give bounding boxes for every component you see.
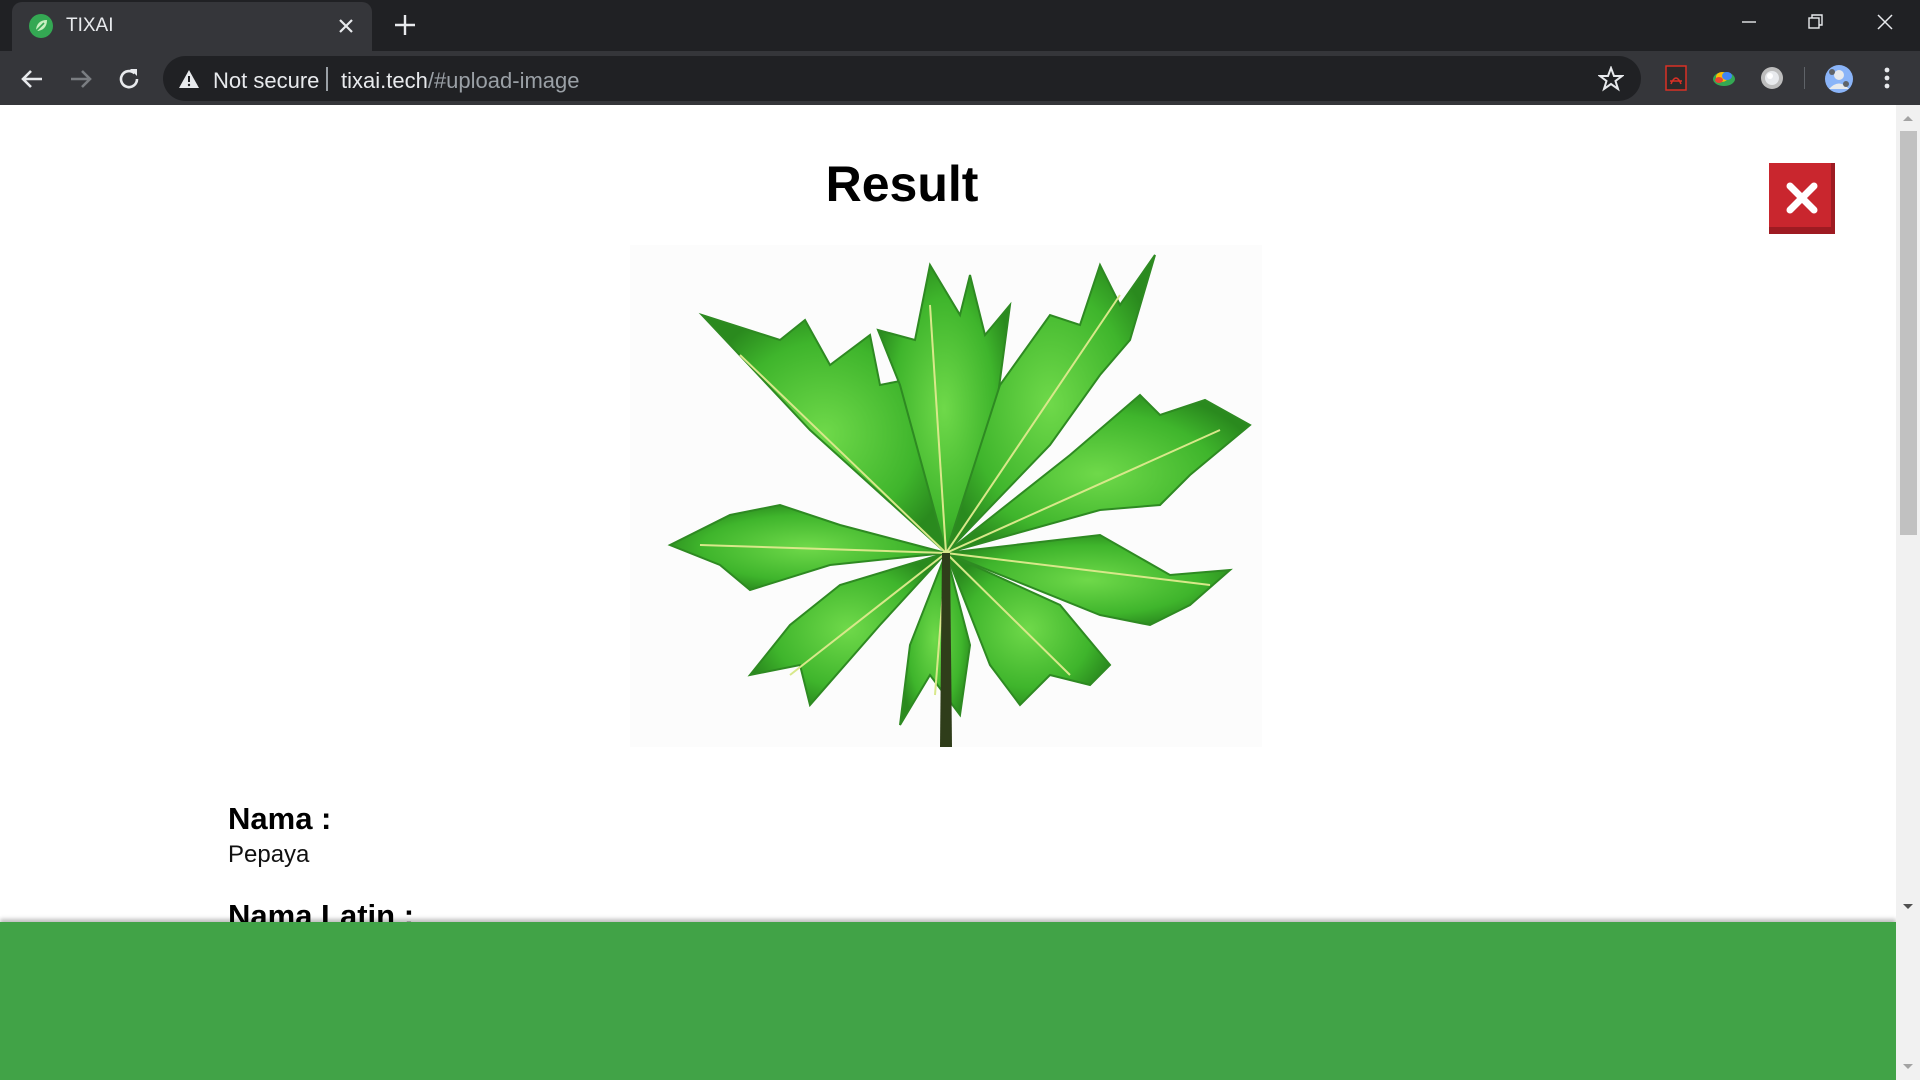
- page-scrollbar[interactable]: [1896, 105, 1920, 1080]
- back-arrow-icon[interactable]: [18, 65, 46, 93]
- name-label: Nama :: [228, 801, 332, 836]
- circle-extension-icon[interactable]: [1758, 64, 1786, 92]
- uploaded-leaf-image: [630, 245, 1262, 747]
- omnibox-divider: [326, 67, 328, 91]
- scrollbar-thumb[interactable]: [1900, 131, 1917, 535]
- profile-avatar-icon[interactable]: [1824, 64, 1853, 93]
- toolbar-divider: [1804, 67, 1805, 89]
- green-footer-panel: [0, 922, 1896, 1080]
- leaf-favicon-icon: [29, 14, 53, 38]
- browser-tab[interactable]: TIXAI: [12, 2, 372, 51]
- color-extension-icon[interactable]: [1710, 64, 1738, 92]
- url-host: tixai.tech: [341, 68, 428, 93]
- scroll-down-arrow-icon[interactable]: [1901, 902, 1915, 912]
- page-viewport: Result Nama: Pepaya Nama Latin:: [0, 105, 1896, 1080]
- window-close-icon[interactable]: [1850, 0, 1920, 44]
- scroll-down-arrow-icon[interactable]: [1901, 1062, 1915, 1072]
- browser-toolbar: Not secure tixai.tech/#upload-image: [0, 51, 1920, 105]
- scroll-up-arrow-icon[interactable]: [1901, 113, 1915, 123]
- restore-icon[interactable]: [1781, 0, 1851, 44]
- close-result-button[interactable]: [1769, 163, 1835, 234]
- security-status[interactable]: Not secure: [213, 68, 319, 94]
- new-tab-plus-icon[interactable]: [392, 12, 418, 38]
- tab-close-icon[interactable]: [334, 14, 358, 38]
- forward-arrow-icon[interactable]: [67, 65, 95, 93]
- address-bar[interactable]: Not secure tixai.tech/#upload-image: [163, 56, 1641, 101]
- name-value: Pepaya: [228, 841, 310, 868]
- pdf-extension-icon[interactable]: [1662, 64, 1690, 92]
- tab-title: TIXAI: [66, 15, 114, 36]
- reload-icon[interactable]: [115, 65, 143, 93]
- minimize-icon[interactable]: [1714, 0, 1784, 44]
- tab-strip: TIXAI: [0, 0, 1920, 51]
- warning-triangle-icon[interactable]: [178, 68, 200, 90]
- close-x-icon: [1786, 182, 1818, 214]
- url-path: /#upload-image: [427, 68, 580, 93]
- menu-kebab-icon[interactable]: [1873, 64, 1901, 92]
- bookmark-star-icon[interactable]: [1597, 65, 1625, 92]
- url-text[interactable]: tixai.tech/#upload-image: [341, 68, 580, 94]
- result-heading: Result: [825, 156, 979, 212]
